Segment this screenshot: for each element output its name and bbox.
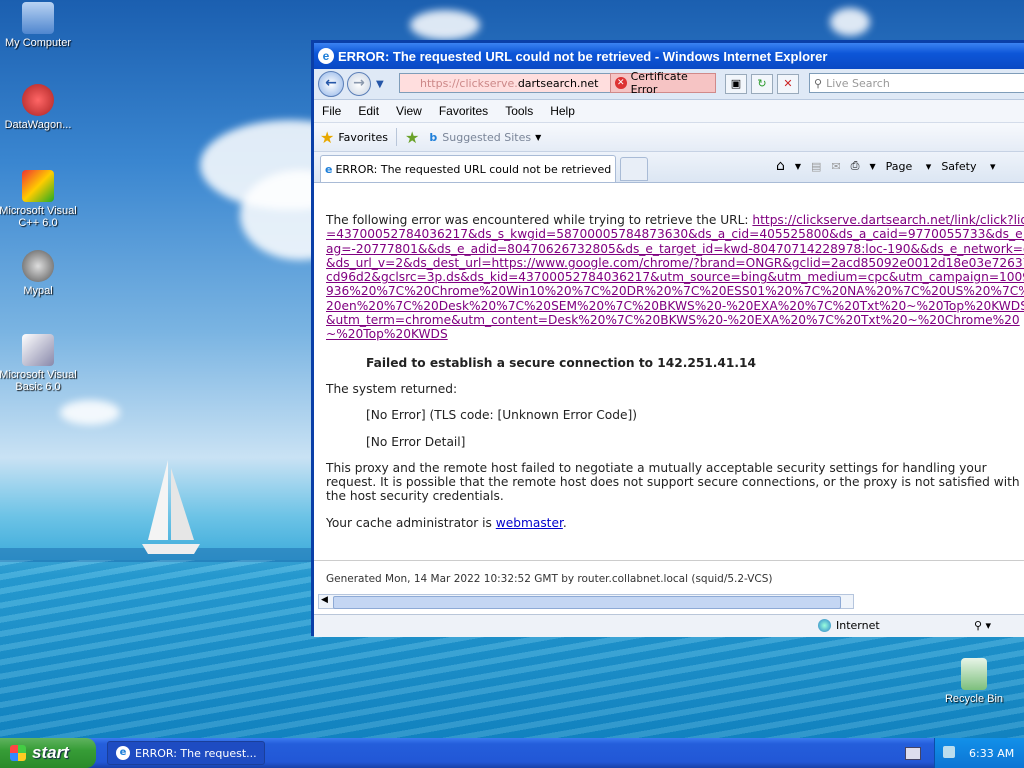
menu-help[interactable]: Help bbox=[550, 104, 575, 118]
error-line: [No Error] (TLS code: [Unknown Error Cod… bbox=[366, 408, 638, 423]
compatibility-view-button[interactable]: ▣ bbox=[725, 74, 747, 94]
keyboard-icon[interactable] bbox=[905, 747, 921, 760]
system-returned-label: The system returned: bbox=[326, 381, 458, 396]
ie-page-icon: e bbox=[325, 162, 333, 176]
menu-file[interactable]: File bbox=[322, 104, 341, 118]
desktop-icon-label: DataWagon... bbox=[4, 119, 72, 131]
taskbar-item-ie[interactable]: e ERROR: The request... bbox=[107, 741, 265, 765]
chevron-down-icon[interactable]: ▼ bbox=[376, 79, 384, 90]
menu-favorites[interactable]: Favorites bbox=[439, 104, 488, 118]
address-toolbar: ← → ▼ https://clickserve. dartsearch.net … bbox=[314, 69, 1024, 100]
security-zone[interactable]: Internet bbox=[836, 619, 880, 632]
desktop-icon-label: Recycle Bin bbox=[944, 693, 1004, 705]
rss-feed-icon[interactable]: ▤ bbox=[811, 160, 821, 173]
chevron-down-icon[interactable]: ▼ bbox=[869, 162, 875, 171]
failed-heading: Failed to establish a secure connection … bbox=[366, 355, 756, 370]
computer-icon bbox=[22, 2, 54, 34]
window-title: ERROR: The requested URL could not be re… bbox=[338, 48, 828, 64]
scroll-thumb[interactable] bbox=[333, 596, 841, 609]
add-favorite-icon[interactable]: ★ bbox=[405, 128, 419, 147]
chevron-down-icon[interactable]: ▼ bbox=[535, 133, 541, 142]
ie-logo-icon: e bbox=[116, 746, 130, 760]
safety-menu-button[interactable]: Safety ▾ bbox=[941, 160, 995, 173]
cache-admin-line: Your cache administrator is webmaster. bbox=[326, 515, 567, 530]
clock[interactable]: 6:33 AM bbox=[969, 747, 1014, 760]
error-shield-icon: ✕ bbox=[615, 77, 627, 89]
search-input[interactable]: ⚲ Live Search bbox=[809, 73, 1024, 93]
command-bar: ⌂ ▼ ▤ ✉ ⎙ ▼ Page ▾ Safety ▾ bbox=[776, 158, 1006, 174]
menu-bar: File Edit View Favorites Tools Help bbox=[314, 100, 1024, 123]
desktop-icon-label: Microsoft Visual C++ 6.0 bbox=[0, 205, 77, 229]
sailboat-image bbox=[142, 460, 200, 554]
windows-flag-icon bbox=[10, 745, 26, 761]
page-menu-button[interactable]: Page ▾ bbox=[886, 160, 932, 173]
refresh-button[interactable]: ↻ bbox=[751, 74, 773, 94]
status-bar: Internet ⚲ ▾ bbox=[314, 614, 1024, 637]
horizontal-scrollbar[interactable]: ◀ bbox=[318, 594, 854, 609]
requested-url-link[interactable]: https://clickserve.dartsearch.net/link/c… bbox=[326, 213, 1024, 341]
generated-footer: Generated Mon, 14 Mar 2022 10:32:52 GMT … bbox=[326, 573, 773, 585]
page-content: The following error was encountered whil… bbox=[326, 213, 1024, 542]
desktop-icon-label: Mypal bbox=[23, 285, 53, 297]
new-tab-button[interactable] bbox=[620, 157, 648, 181]
scroll-left-icon[interactable]: ◀ bbox=[321, 595, 328, 605]
error-detail: [No Error Detail] bbox=[366, 434, 466, 449]
browser-window: e ERROR: The requested URL could not be … bbox=[311, 40, 1024, 637]
visual-cpp-icon bbox=[22, 170, 54, 202]
desktop-icon-visual-basic[interactable]: Microsoft Visual Basic 6.0 bbox=[0, 334, 78, 393]
visual-basic-icon bbox=[22, 334, 54, 366]
stop-button[interactable]: ✕ bbox=[777, 74, 799, 94]
internet-zone-icon bbox=[818, 619, 831, 632]
favorites-button[interactable]: Favorites bbox=[338, 131, 388, 144]
zoom-icon[interactable]: ⚲ ▾ bbox=[974, 619, 991, 632]
back-button[interactable]: ← bbox=[318, 71, 344, 97]
search-icon: ⚲ bbox=[814, 76, 823, 90]
menu-edit[interactable]: Edit bbox=[358, 104, 379, 118]
desktop-icon-recycle-bin[interactable]: Recycle Bin bbox=[934, 658, 1014, 705]
webmaster-link[interactable]: webmaster bbox=[496, 516, 563, 530]
explanation-text: This proxy and the remote host failed to… bbox=[326, 460, 1020, 504]
bing-icon: b bbox=[429, 130, 438, 144]
datawagon-icon bbox=[22, 84, 54, 116]
desktop-icon-my-computer[interactable]: My Computer bbox=[0, 2, 78, 49]
system-tray: 6:33 AM bbox=[934, 738, 1024, 768]
menu-tools[interactable]: Tools bbox=[505, 104, 533, 118]
favorites-bar: ★ Favorites ★ b Suggested Sites ▼ bbox=[314, 123, 1024, 152]
page-footer: Generated Mon, 14 Mar 2022 10:32:52 GMT … bbox=[314, 560, 1024, 585]
ie-logo-icon: e bbox=[318, 48, 334, 64]
desktop-icon-mypal[interactable]: Mypal bbox=[0, 250, 78, 297]
tab-row: e ERROR: The requested URL could not be … bbox=[314, 152, 1024, 183]
chevron-down-icon[interactable]: ▼ bbox=[795, 162, 801, 171]
desktop-icon-visual-cpp[interactable]: Microsoft Visual C++ 6.0 bbox=[0, 170, 78, 229]
certificate-error-button[interactable]: ✕ Certificate Error bbox=[610, 70, 716, 96]
read-mail-icon[interactable]: ✉ bbox=[831, 160, 840, 173]
recycle-bin-icon bbox=[961, 658, 987, 690]
error-intro: The following error was encountered whil… bbox=[326, 213, 1024, 342]
desktop-icon-datawagon[interactable]: DataWagon... bbox=[0, 84, 78, 131]
tab-active[interactable]: e ERROR: The requested URL could not be … bbox=[320, 155, 616, 182]
mypal-raccoon-icon bbox=[22, 250, 54, 282]
forward-button[interactable]: → bbox=[347, 72, 371, 96]
network-icon[interactable] bbox=[943, 746, 955, 758]
home-icon[interactable]: ⌂ bbox=[776, 158, 785, 174]
favorites-star-icon: ★ bbox=[320, 127, 335, 147]
desktop-icon-label: My Computer bbox=[4, 37, 72, 49]
suggested-sites-button[interactable]: Suggested Sites bbox=[442, 131, 531, 144]
menu-view[interactable]: View bbox=[396, 104, 422, 118]
print-icon[interactable]: ⎙ bbox=[851, 159, 860, 173]
taskbar: start e ERROR: The request... 6:33 AM bbox=[0, 738, 1024, 768]
start-button[interactable]: start bbox=[0, 738, 96, 768]
desktop-icon-label: Microsoft Visual Basic 6.0 bbox=[0, 369, 77, 393]
title-bar[interactable]: e ERROR: The requested URL could not be … bbox=[314, 43, 1024, 69]
